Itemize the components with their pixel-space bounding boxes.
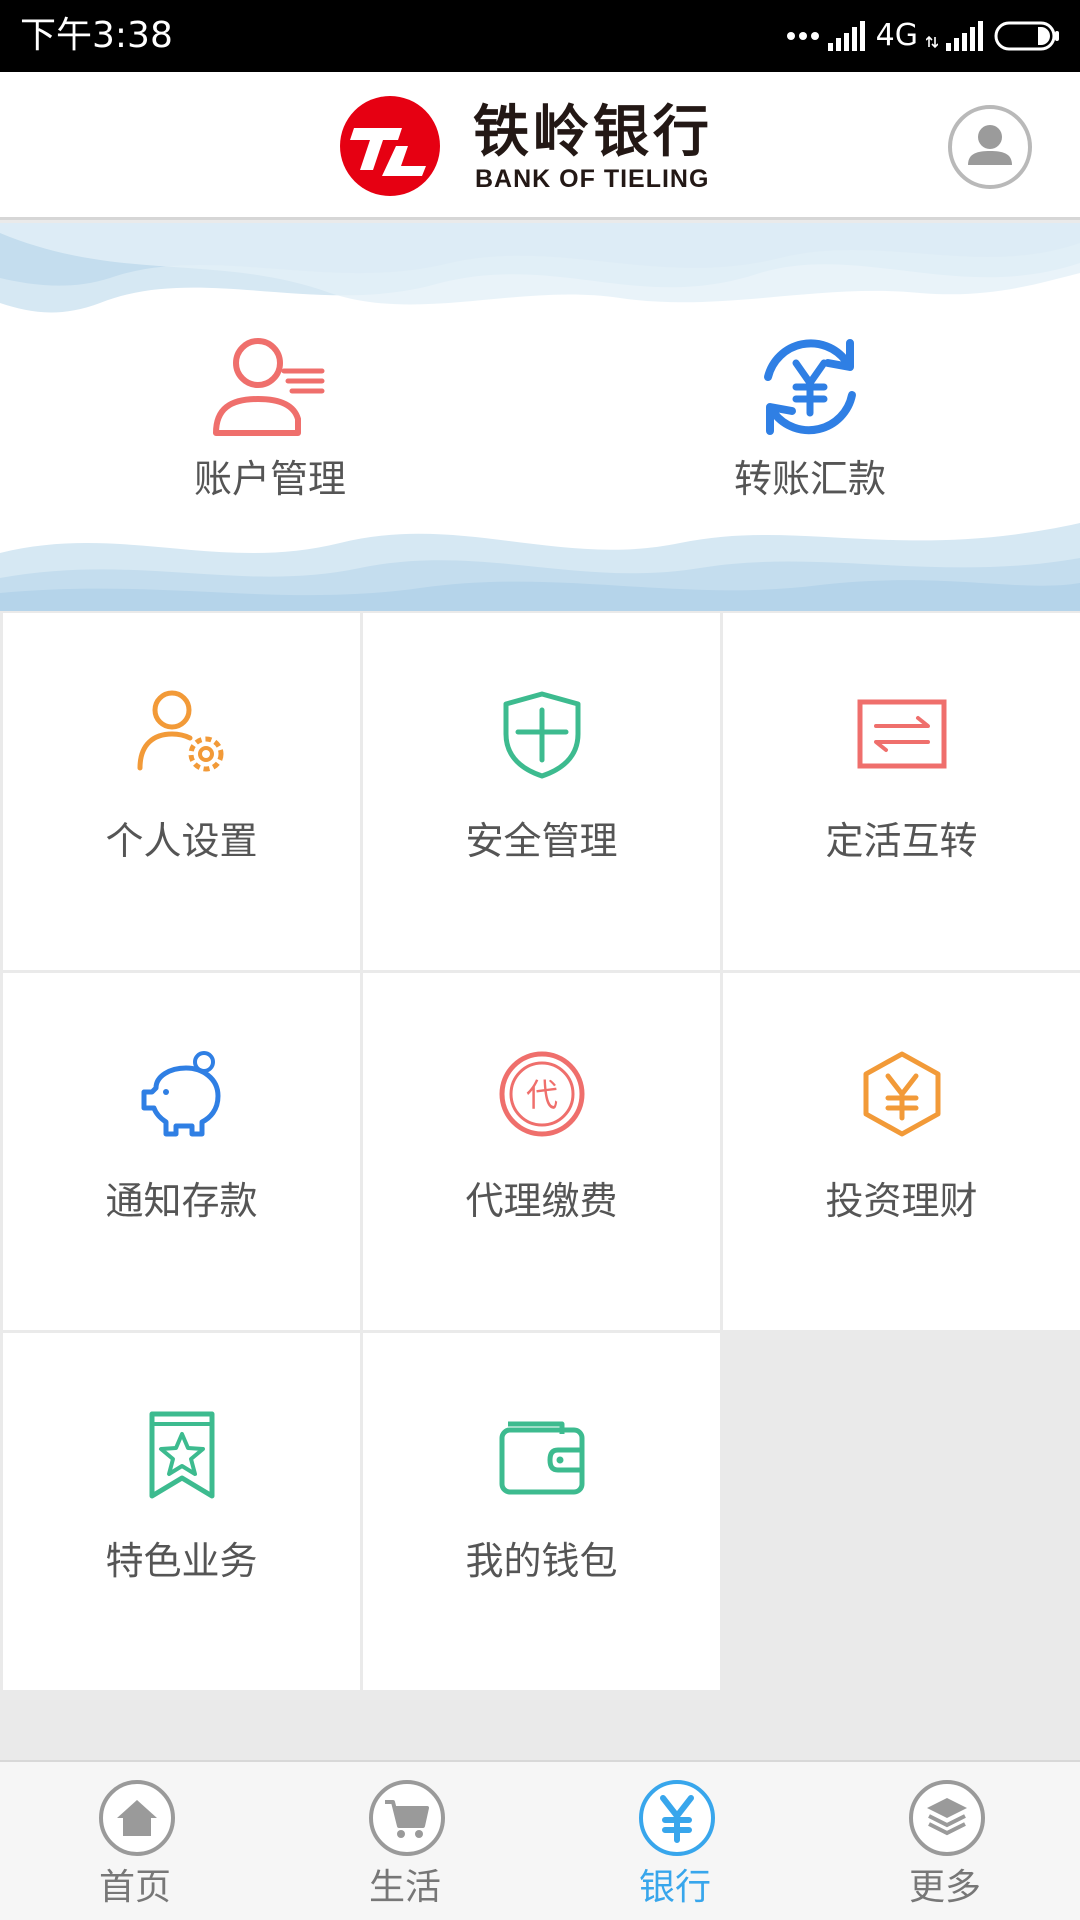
proxy-payment-label: 代理缴费 (465, 1179, 618, 1223)
bank-logo-icon (340, 96, 440, 196)
app-header: 铁岭银行 BANK OF TIELING (0, 72, 1080, 220)
yuan-icon (639, 1780, 715, 1856)
person-gear-icon (137, 690, 224, 772)
nav-bank[interactable]: 银行 (540, 1762, 810, 1920)
bank-name-cn: 铁岭银行 (473, 99, 713, 165)
transfer-label: 转账汇款 (733, 457, 886, 501)
home-icon (99, 1780, 175, 1856)
signal-icon-2 (946, 21, 983, 51)
investment-button[interactable]: 投资理财 (723, 973, 1080, 1330)
my-wallet-button[interactable]: 我的钱包 (363, 1333, 720, 1690)
bank-name-en: BANK OF TIELING (475, 165, 710, 193)
account-user-icon (213, 338, 325, 436)
nav-life[interactable]: 生活 (270, 1762, 540, 1920)
quick-actions-banner: 账户管理 转账汇款 (0, 223, 1080, 611)
personal-settings-button[interactable]: 个人设置 (3, 613, 360, 970)
more-dots-icon (786, 32, 819, 40)
network-type: 4G (875, 18, 918, 53)
special-business-button[interactable]: 特色业务 (3, 1333, 360, 1690)
cart-icon (369, 1780, 445, 1856)
star-bookmark-icon (149, 1411, 215, 1499)
nav-more[interactable]: 更多 (810, 1762, 1080, 1920)
proxy-glyph: 代 (526, 1076, 558, 1114)
user-avatar-button[interactable] (948, 105, 1032, 189)
proxy-payment-button[interactable]: 代 代理缴费 (363, 973, 720, 1330)
my-wallet-label: 我的钱包 (465, 1539, 618, 1583)
status-indicators: 4G (786, 14, 1060, 58)
transfer-yuan-icon (764, 339, 856, 435)
wallet-icon (499, 1421, 585, 1495)
hexagon-yuan-icon (863, 1051, 941, 1137)
security-management-button[interactable]: 安全管理 (363, 613, 720, 970)
user-icon (968, 125, 1012, 165)
shield-icon (503, 691, 581, 779)
nav-home-label: 首页 (98, 1867, 171, 1908)
account-management-label: 账户管理 (193, 457, 346, 501)
nav-life-label: 生活 (368, 1867, 441, 1908)
piggy-bank-icon (141, 1051, 221, 1137)
proxy-payment-icon: 代 (499, 1051, 585, 1137)
bottom-navigation: 首页 生活 银行 更多 (0, 1760, 1080, 1920)
layers-icon (909, 1780, 985, 1856)
battery-icon (994, 21, 1059, 51)
status-bar: 下午3:38 4G (0, 0, 1080, 72)
notice-deposit-label: 通知存款 (105, 1179, 258, 1223)
transfer-button[interactable]: 转账汇款 (540, 223, 1080, 611)
signal-icon (827, 21, 865, 51)
fixed-demand-transfer-label: 定活互转 (825, 819, 978, 863)
investment-label: 投资理财 (825, 1179, 978, 1223)
nav-bank-label: 银行 (638, 1867, 711, 1908)
exchange-icon (857, 699, 947, 769)
nav-more-label: 更多 (908, 1867, 981, 1908)
account-management-button[interactable]: 账户管理 (0, 223, 540, 611)
personal-settings-label: 个人设置 (105, 819, 258, 863)
bank-logo: 铁岭银行 BANK OF TIELING (338, 94, 748, 198)
data-arrows-icon (926, 35, 938, 49)
security-management-label: 安全管理 (465, 819, 618, 863)
special-business-label: 特色业务 (105, 1539, 258, 1583)
status-time: 下午3:38 (20, 15, 173, 56)
notice-deposit-button[interactable]: 通知存款 (3, 973, 360, 1330)
fixed-demand-transfer-button[interactable]: 定活互转 (723, 613, 1080, 970)
nav-home[interactable]: 首页 (0, 1762, 270, 1920)
